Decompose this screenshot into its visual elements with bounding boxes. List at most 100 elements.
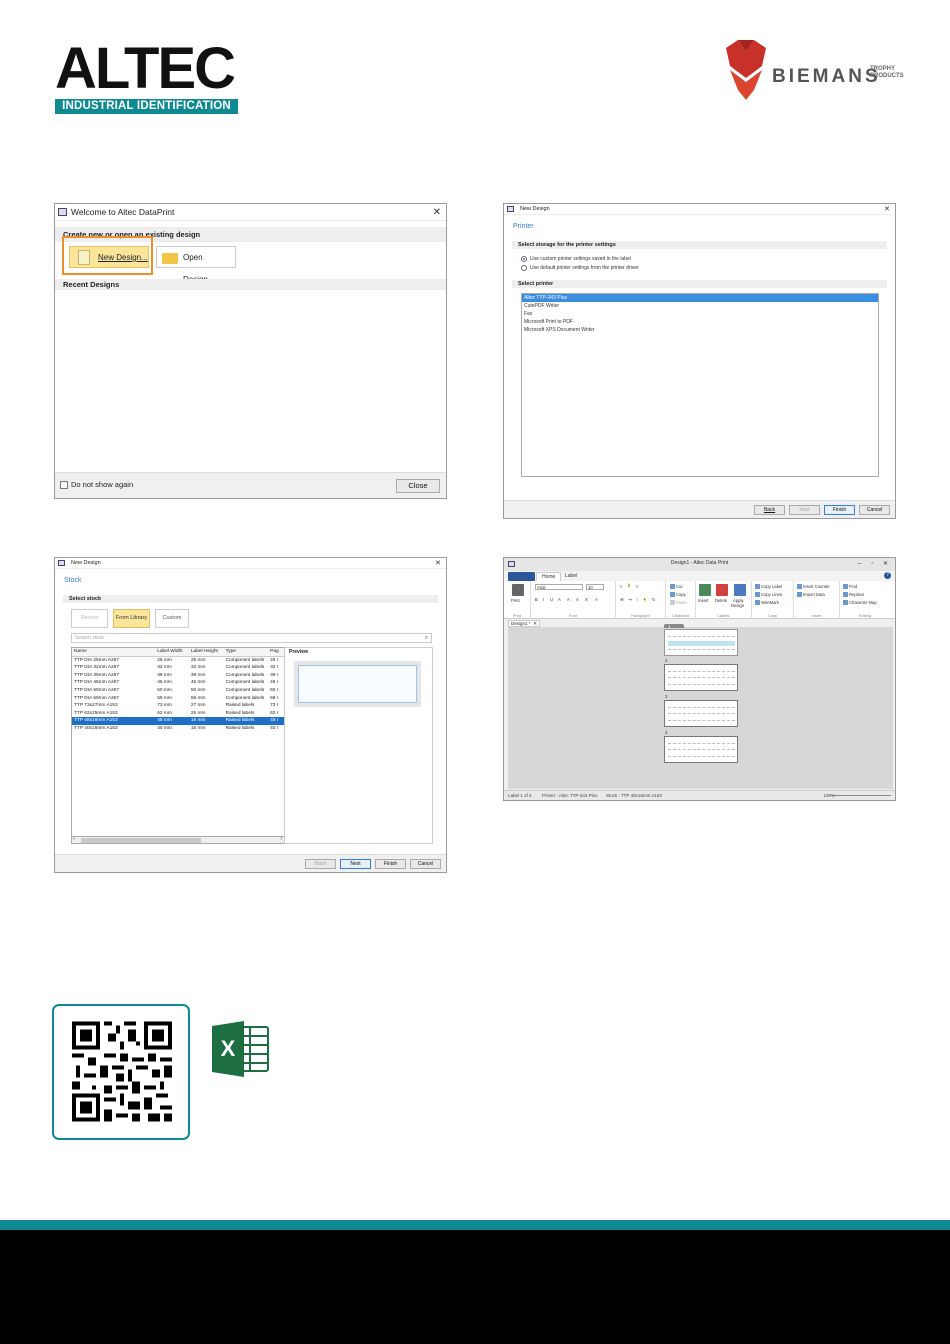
print-button[interactable]: Print [511,598,520,603]
delete-button[interactable]: Delete [715,598,727,603]
rotate-icon[interactable]: ↻ [652,597,656,602]
table-row[interactable]: TTP 62x25mm A153 62 mm 25 mm Raised labels 6… [72,710,284,718]
minimize-icon[interactable]: – [854,560,865,569]
table-row[interactable]: TTP 48x18mm A153 48 mm 18 mm Raised labels 4… [72,717,284,725]
copy-lines-button[interactable]: Copy Lines [755,592,782,598]
column-header[interactable]: Label Width [155,648,189,656]
indent-icon[interactable]: ⇥ [628,597,632,602]
column-header[interactable]: Type [224,648,269,656]
tab-label[interactable]: Label [560,572,582,581]
text-line[interactable] [668,743,735,744]
back-button[interactable]: Back [754,505,785,515]
qr-code-icon[interactable] [72,1020,172,1123]
italic-icon[interactable]: I [543,597,544,602]
close-icon[interactable]: ✕ [884,204,890,215]
back-button[interactable]: Back [305,859,336,869]
finish-button[interactable]: Finish [375,859,406,869]
spacing-icon[interactable]: ↕ [636,597,638,602]
align-right-icon[interactable]: ≡ [636,584,638,589]
cut-button[interactable]: Cut [670,584,683,590]
text-line[interactable] [668,649,735,650]
apply-design-icon[interactable] [734,584,746,596]
scroll-thumb[interactable] [81,838,201,843]
text-line[interactable] [668,671,735,672]
table-row[interactable]: TTP 73x27mm A153 73 mm 27 mm Raised labels 7… [72,702,284,710]
list-icon[interactable]: ☰ [620,597,624,602]
paste-button[interactable]: Paste [670,600,687,606]
printer-icon[interactable] [512,584,524,596]
help-icon[interactable]: ? [884,572,891,579]
insert-counter-button[interactable]: Insert Counter [797,584,830,590]
find-button[interactable]: Find [843,584,857,590]
text-line[interactable] [668,756,735,757]
printer-list[interactable]: Altec TTP-343 Plus CutePDF Writer Fax Mi… [521,293,879,477]
table-row[interactable]: TTP DIA 25mm A267 25 mm 25 mm Component lab… [72,657,284,665]
column-header[interactable]: Label Height [189,648,224,656]
cancel-button[interactable]: Cancel [859,505,890,515]
text-line[interactable] [668,677,735,678]
underline-icon[interactable]: U [550,597,553,602]
search-icon[interactable]: ⌕ [425,634,428,642]
column-header[interactable]: Name [72,648,155,656]
highlight-icon[interactable]: ▪ [644,597,646,602]
label-2[interactable] [664,664,738,691]
label-3[interactable] [664,700,738,727]
maximize-icon[interactable]: ▫ [867,560,878,569]
table-row[interactable]: TTP DIA 50mm A267 50 mm 50 mm Component lab… [72,687,284,695]
subscript-icon[interactable]: X [585,597,588,602]
design-button[interactable]: Design [731,603,744,608]
file-menu-button[interactable] [508,572,535,581]
table-row[interactable]: TTP 40x15mm A153 40 mm 15 mm Raised labels 4… [72,725,284,733]
tab-from-library[interactable]: From Library [113,609,150,628]
shrink-font-icon[interactable]: A [567,597,570,602]
tab-recent[interactable]: Recent [71,609,108,628]
delete-label-icon[interactable] [716,584,728,596]
scroll-left-icon[interactable]: ‹ [73,836,75,842]
printer-item[interactable]: Microsoft XPS Document Writer [522,326,878,334]
default-settings-radio[interactable] [521,265,527,271]
label-4[interactable] [664,736,738,763]
table-row[interactable]: TTP DIA 32mm A267 32 mm 32 mm Component lab… [72,664,284,672]
grow-font-icon[interactable]: A [558,597,561,602]
search-input[interactable]: Search stock ⌕ [71,633,432,643]
replace-button[interactable]: Replace [843,592,864,598]
new-design-button[interactable]: New Design... [69,246,149,268]
insert-button[interactable]: Insert [698,598,708,603]
close-icon[interactable]: ✕ [880,560,891,569]
next-button[interactable]: Next [789,505,820,515]
bold-icon[interactable]: B [535,597,538,602]
zoom-slider[interactable] [831,795,891,800]
text-line[interactable] [668,707,735,708]
import-data-button[interactable]: Import Data [797,592,825,598]
character-map-button[interactable]: Character Map [843,600,877,606]
text-line[interactable] [668,720,735,721]
open-design-button[interactable]: Open Design... [156,246,236,284]
printer-item[interactable]: Altec TTP-343 Plus [522,294,878,302]
document-tab[interactable]: Design1 * ✕ [508,620,540,627]
text-line[interactable] [668,749,735,750]
table-row[interactable]: TTP DIA 39mm A267 39 mm 39 mm Component lab… [72,672,284,680]
align-center-icon[interactable]: ≡ [628,583,631,588]
active-text-line[interactable] [668,641,735,646]
design-canvas[interactable]: 1 2 3 4 [508,624,893,789]
close-icon[interactable]: ✕ [433,204,441,221]
printer-item[interactable]: Fax [522,310,878,318]
column-header[interactable]: Pag [268,648,284,656]
clear-format-icon[interactable]: A [595,597,598,602]
label-1[interactable] [664,629,738,656]
scroll-right-icon[interactable]: › [280,836,282,842]
table-row[interactable]: TTP DIA 45mm A267 45 mm 45 mm Component lab… [72,679,284,687]
text-line[interactable] [668,684,735,685]
tab-custom[interactable]: Custom [155,609,189,628]
close-button[interactable]: Close [396,479,440,493]
printer-item[interactable]: Microsoft Print to PDF [522,318,878,326]
tab-home[interactable]: Home [536,572,562,581]
superscript-icon[interactable]: A [576,597,579,602]
copy-label-button[interactable]: Copy Label [755,584,782,590]
text-line[interactable] [668,713,735,714]
label-selector[interactable] [664,624,684,628]
table-row[interactable]: TTP DIA 59mm A267 59 mm 59 mm Component lab… [72,695,284,703]
align-left-icon[interactable]: ≡ [620,584,622,589]
next-button[interactable]: Next [340,859,371,869]
printer-item[interactable]: CutePDF Writer [522,302,878,310]
